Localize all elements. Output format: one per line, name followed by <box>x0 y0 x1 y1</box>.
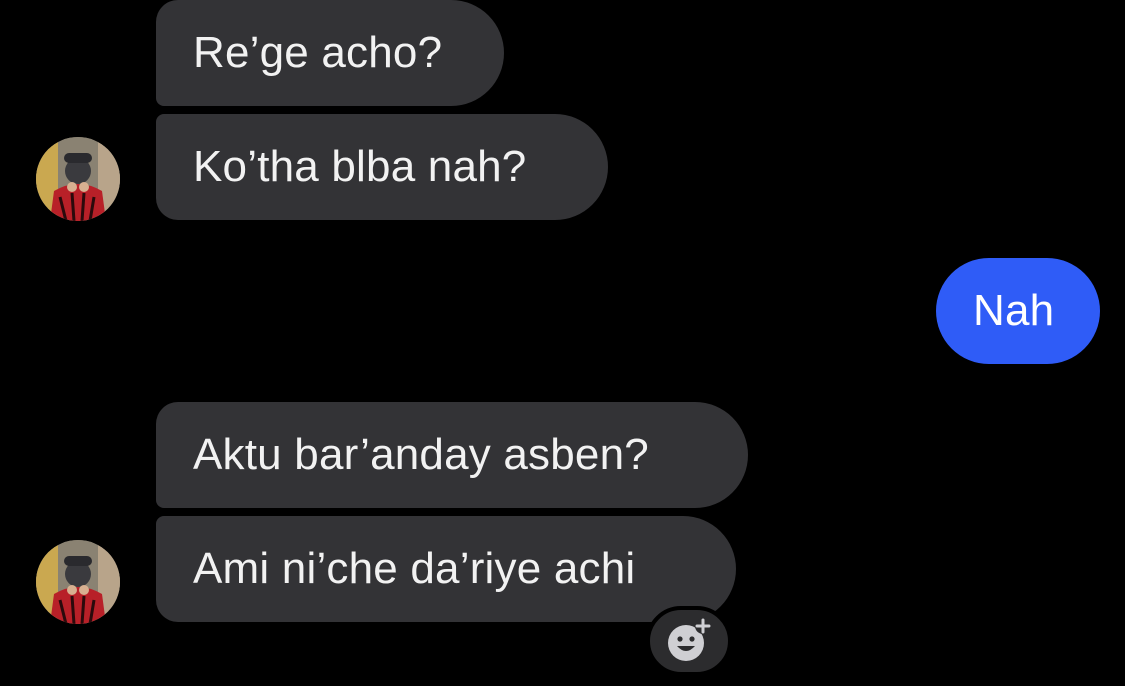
message-bubble-incoming[interactable]: Ko’tha blba nah? <box>156 114 608 220</box>
contact-avatar[interactable] <box>36 540 120 624</box>
message-bubble-incoming[interactable]: Re’ge acho? <box>156 0 504 106</box>
avatar-image <box>36 137 120 221</box>
contact-avatar[interactable] <box>36 137 120 221</box>
message-text: Nah <box>973 286 1055 335</box>
message-text: Ami ni’che da’riye achi <box>193 544 636 593</box>
message-bubble-incoming[interactable]: Aktu bar’anday asben? <box>156 402 748 508</box>
add-reaction-button[interactable] <box>646 606 732 676</box>
message-text: Re’ge acho? <box>193 28 443 77</box>
message-bubble-incoming[interactable]: Ami ni’che da’riye achi <box>156 516 736 622</box>
message-text: Aktu bar’anday asben? <box>193 430 649 479</box>
message-text: Ko’tha blba nah? <box>193 142 527 191</box>
message-bubble-outgoing[interactable]: Nah <box>936 258 1100 364</box>
avatar-image <box>36 540 120 624</box>
add-reaction-icon <box>668 618 711 661</box>
